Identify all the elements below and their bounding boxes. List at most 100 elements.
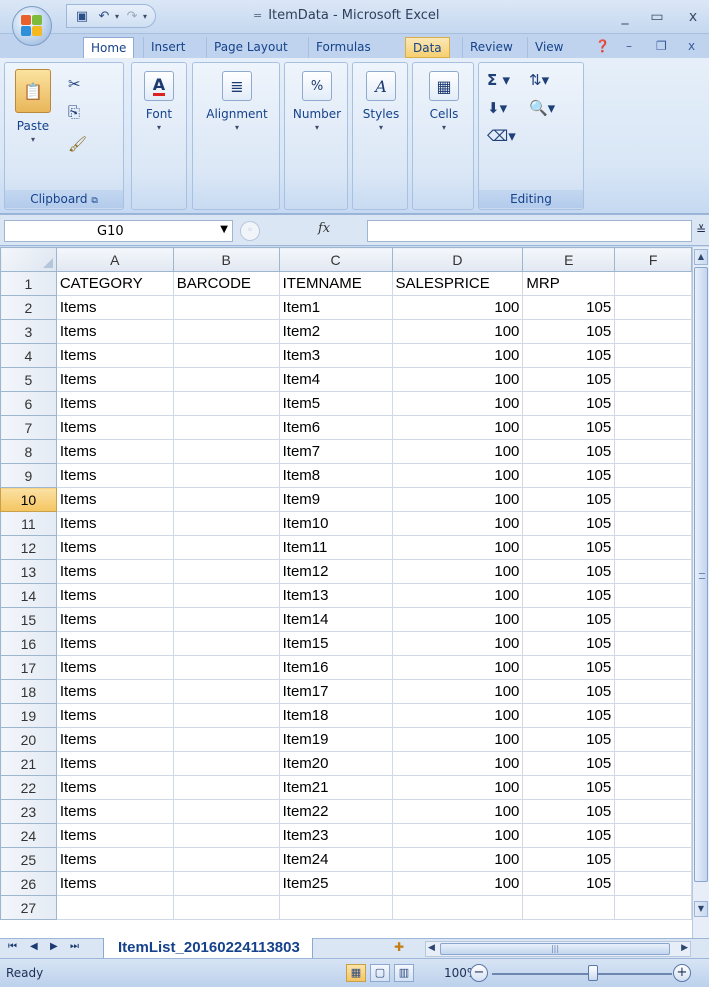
row-header[interactable]: 17 bbox=[0, 655, 57, 680]
cell-f[interactable] bbox=[614, 439, 692, 464]
row-header[interactable]: 22 bbox=[0, 775, 57, 800]
redo-icon[interactable]: ↷ bbox=[123, 7, 141, 25]
vertical-scroll-thumb[interactable] bbox=[694, 267, 708, 882]
tab-view[interactable]: View bbox=[527, 37, 570, 58]
cell-b[interactable] bbox=[172, 823, 280, 848]
cell-a[interactable]: Items bbox=[55, 775, 174, 800]
copy-icon[interactable]: ⎘ bbox=[68, 103, 80, 121]
row-header[interactable]: 11 bbox=[0, 511, 57, 536]
first-sheet-icon[interactable]: ⏮ bbox=[8, 941, 17, 952]
number-button[interactable]: % Number ▾ bbox=[287, 71, 347, 132]
cell-e[interactable]: MRP bbox=[522, 271, 616, 296]
cell-f[interactable] bbox=[614, 367, 692, 392]
row-header[interactable]: 8 bbox=[0, 439, 57, 464]
cell-f[interactable] bbox=[614, 751, 692, 776]
select-all-button[interactable] bbox=[0, 247, 57, 272]
cell-e[interactable]: 105 bbox=[522, 295, 616, 320]
cell-d[interactable]: 100 bbox=[391, 463, 524, 488]
cell-b[interactable] bbox=[172, 391, 280, 416]
cell-a[interactable]: Items bbox=[55, 439, 174, 464]
column-header-d[interactable]: D bbox=[391, 247, 524, 272]
cell-a[interactable]: Items bbox=[55, 391, 174, 416]
row-header[interactable]: 5 bbox=[0, 367, 57, 392]
cell-e[interactable]: 105 bbox=[522, 823, 616, 848]
cell-d[interactable]: 100 bbox=[391, 679, 524, 704]
cell-a[interactable]: Items bbox=[55, 559, 174, 584]
cell-c[interactable]: Item11 bbox=[278, 535, 393, 560]
cell-e[interactable]: 105 bbox=[522, 343, 616, 368]
cell-b[interactable]: BARCODE bbox=[172, 271, 280, 296]
cell-e[interactable]: 105 bbox=[522, 607, 616, 632]
row-header[interactable]: 19 bbox=[0, 703, 57, 728]
row-header[interactable]: 15 bbox=[0, 607, 57, 632]
zoom-in-icon[interactable]: + bbox=[673, 964, 691, 982]
cell-b[interactable] bbox=[172, 415, 280, 440]
close-workbook-icon[interactable]: x bbox=[688, 39, 695, 53]
cell-e[interactable]: 105 bbox=[522, 487, 616, 512]
row-header[interactable]: 6 bbox=[0, 391, 57, 416]
cell-f[interactable] bbox=[614, 799, 692, 824]
cell-b[interactable] bbox=[172, 895, 280, 920]
scroll-up-icon[interactable]: ▲ bbox=[694, 249, 708, 265]
column-header-f[interactable]: F bbox=[614, 247, 692, 272]
cell-d[interactable]: 100 bbox=[391, 583, 524, 608]
cell-e[interactable]: 105 bbox=[522, 655, 616, 680]
cell-d[interactable]: 100 bbox=[391, 823, 524, 848]
cell-d[interactable]: 100 bbox=[391, 631, 524, 656]
cell-b[interactable] bbox=[172, 727, 280, 752]
cell-f[interactable] bbox=[614, 295, 692, 320]
cell-e[interactable]: 105 bbox=[522, 559, 616, 584]
paste-button[interactable]: 📋 Paste ▾ bbox=[9, 69, 57, 144]
cell-c[interactable]: Item4 bbox=[278, 367, 393, 392]
cell-f[interactable] bbox=[614, 895, 692, 920]
format-painter-icon[interactable]: 🖌 bbox=[68, 135, 87, 153]
cell-f[interactable] bbox=[614, 415, 692, 440]
cell-d[interactable]: 100 bbox=[391, 727, 524, 752]
zoom-slider[interactable] bbox=[492, 973, 672, 975]
cell-d[interactable]: 100 bbox=[391, 847, 524, 872]
cell-c[interactable]: Item6 bbox=[278, 415, 393, 440]
cell-a[interactable]: Items bbox=[55, 631, 174, 656]
cell-e[interactable]: 105 bbox=[522, 799, 616, 824]
maximize-icon[interactable]: ▭ bbox=[646, 8, 668, 26]
cell-b[interactable] bbox=[172, 583, 280, 608]
row-header[interactable]: 10 bbox=[0, 487, 57, 512]
cell-f[interactable] bbox=[614, 703, 692, 728]
column-header-c[interactable]: C bbox=[278, 247, 393, 272]
cell-c[interactable] bbox=[278, 895, 393, 920]
cell-a[interactable]: Items bbox=[55, 847, 174, 872]
cell-c[interactable]: Item9 bbox=[278, 487, 393, 512]
cell-b[interactable] bbox=[172, 871, 280, 896]
cell-d[interactable]: 100 bbox=[391, 775, 524, 800]
undo-icon[interactable]: ↶ bbox=[95, 7, 113, 25]
cell-a[interactable]: Items bbox=[55, 607, 174, 632]
cell-d[interactable]: 100 bbox=[391, 415, 524, 440]
cell-c[interactable]: Item7 bbox=[278, 439, 393, 464]
formula-input[interactable] bbox=[367, 220, 692, 242]
row-header[interactable]: 18 bbox=[0, 679, 57, 704]
cell-f[interactable] bbox=[614, 343, 692, 368]
cell-f[interactable] bbox=[614, 487, 692, 512]
cell-c[interactable]: Item14 bbox=[278, 607, 393, 632]
cell-f[interactable] bbox=[614, 511, 692, 536]
cell-c[interactable]: Item5 bbox=[278, 391, 393, 416]
cell-b[interactable] bbox=[172, 799, 280, 824]
prev-sheet-icon[interactable]: ◀ bbox=[30, 941, 38, 952]
cell-b[interactable] bbox=[172, 511, 280, 536]
row-header[interactable]: 20 bbox=[0, 727, 57, 752]
cell-d[interactable]: 100 bbox=[391, 703, 524, 728]
cell-a[interactable]: Items bbox=[55, 511, 174, 536]
cell-c[interactable]: Item16 bbox=[278, 655, 393, 680]
cell-e[interactable]: 105 bbox=[522, 775, 616, 800]
styles-button[interactable]: A Styles ▾ bbox=[357, 71, 405, 132]
cells-button[interactable]: ▦ Cells ▾ bbox=[419, 71, 469, 132]
cell-e[interactable]: 105 bbox=[522, 679, 616, 704]
cell-b[interactable] bbox=[172, 775, 280, 800]
cell-d[interactable]: 100 bbox=[391, 367, 524, 392]
cell-f[interactable] bbox=[614, 559, 692, 584]
row-header[interactable]: 7 bbox=[0, 415, 57, 440]
cell-d[interactable]: 100 bbox=[391, 487, 524, 512]
redo-dropdown-icon[interactable]: ▾ bbox=[143, 12, 147, 21]
cell-a[interactable]: Items bbox=[55, 319, 174, 344]
cell-b[interactable] bbox=[172, 439, 280, 464]
